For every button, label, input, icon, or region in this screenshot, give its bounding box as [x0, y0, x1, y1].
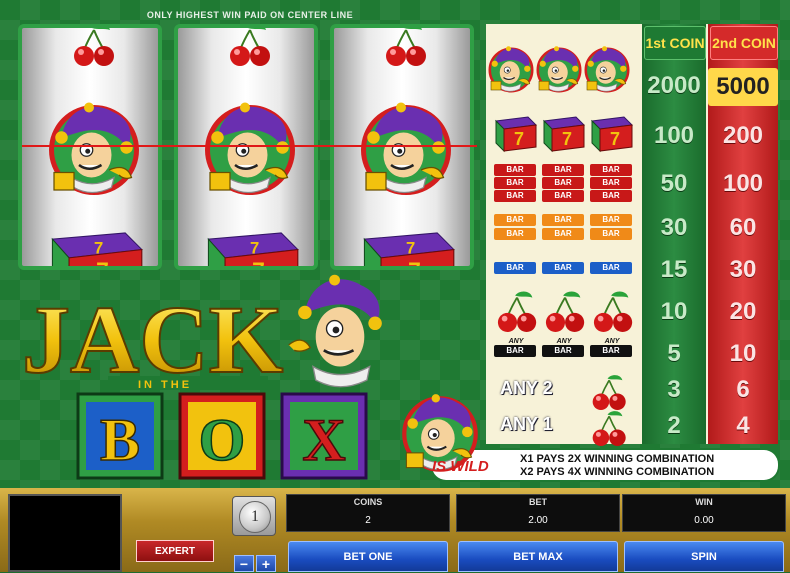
- bet-value: 2.00: [528, 515, 548, 526]
- cherry-icon: [385, 28, 427, 67]
- payout-second-coin: 20: [729, 298, 757, 325]
- jester-icon: [356, 100, 456, 200]
- paytable-row: BAR BAR BAR 15 30: [486, 250, 778, 288]
- payout-first-coin: 3: [667, 376, 681, 403]
- wild-label: IS WILD: [432, 458, 489, 475]
- coin-decrease-button[interactable]: −: [234, 555, 254, 572]
- box-seven-icon: [543, 116, 585, 152]
- logo-letter-o: O: [199, 407, 246, 473]
- bet-display: BET 2.00: [456, 494, 620, 532]
- win-value: 0.00: [694, 515, 714, 526]
- payout-first-coin: 30: [660, 214, 688, 241]
- payout-first-coin: 100: [653, 122, 695, 149]
- double-bar-icon: BAR BAR: [590, 214, 634, 240]
- single-bar-icon: BAR: [542, 262, 584, 274]
- any-2-label: ANY 2: [500, 378, 553, 398]
- coins-value: 2: [365, 515, 371, 526]
- jack-in-the-box-logo: JACK IN THE B O X: [21, 274, 382, 480]
- payout-second-coin: 100: [722, 170, 764, 197]
- single-bar-icon: BAR: [494, 262, 536, 274]
- jester-icon: [488, 45, 534, 93]
- cherry-icon: [496, 290, 538, 332]
- single-bar-icon: BAR: [590, 262, 632, 274]
- cherry-icon: [592, 290, 634, 332]
- payout-first-coin: 15: [660, 256, 688, 283]
- payout-second-coin: 10: [729, 340, 757, 367]
- cherry-icon: [591, 410, 627, 446]
- payout-second-coin: 5000: [708, 68, 778, 106]
- payout-second-coin: 30: [729, 256, 757, 283]
- center-line-note: ONLY HIGHEST WIN PAID ON CENTER LINE: [146, 10, 354, 20]
- wild-x2-text: X2 PAYS 4X WINNING COMBINATION: [520, 466, 715, 478]
- payout-first-coin: 5: [667, 340, 681, 367]
- bet-max-button[interactable]: BET MAX: [458, 541, 618, 572]
- paytable-row: 2000 5000: [486, 34, 778, 106]
- cherry-icon: [229, 28, 271, 67]
- box-seven-icon: [363, 232, 455, 266]
- bet-one-button[interactable]: BET ONE: [288, 541, 448, 572]
- payout-second-coin: 4: [736, 412, 750, 439]
- double-bar-icon: BAR BAR: [494, 214, 538, 240]
- coin-value-selector[interactable]: 1: [232, 496, 276, 536]
- paytable-row: ANY 2 3 6: [486, 372, 778, 410]
- double-bar-icon: BAR BAR: [542, 214, 586, 240]
- paytable-row: ANY BAR ANY BAR ANY BAR 5 10: [486, 336, 778, 372]
- payout-second-coin: 60: [729, 214, 757, 241]
- coin-increase-button[interactable]: +: [256, 555, 276, 572]
- cherry-icon: [73, 28, 115, 67]
- wild-x1-text: X1 PAYS 2X WINNING COMBINATION: [520, 453, 715, 465]
- payout-first-coin: 50: [660, 170, 688, 197]
- win-display: WIN 0.00: [622, 494, 786, 532]
- win-label: WIN: [695, 497, 713, 507]
- payout-second-coin: 6: [736, 376, 750, 403]
- logo-letter-x: X: [302, 407, 345, 473]
- triple-bar-icon: BAR BAR BAR: [590, 164, 634, 202]
- any-bar-icon: ANY BAR: [590, 338, 634, 357]
- paytable-row: BAR BAR BAR BAR BAR BAR BAR BAR BAR 50 1…: [486, 162, 778, 206]
- jester-icon: [200, 100, 300, 200]
- reel-2: [174, 24, 318, 270]
- cherry-icon: [591, 374, 627, 410]
- expert-button[interactable]: EXPERT: [136, 540, 214, 562]
- paytable-row: BAR BAR BAR BAR BAR BAR 30 60: [486, 208, 778, 248]
- logo-in-the: IN THE: [138, 379, 192, 391]
- coin-icon: 1: [239, 501, 271, 533]
- triple-bar-icon: BAR BAR BAR: [542, 164, 586, 202]
- reel-3: [330, 24, 474, 270]
- box-seven-icon: [51, 232, 143, 266]
- triple-bar-icon: BAR BAR BAR: [494, 164, 538, 202]
- bet-label: BET: [529, 497, 547, 507]
- jester-icon: [44, 100, 144, 200]
- payout-first-coin: 2: [667, 412, 681, 439]
- jester-icon: [584, 45, 630, 93]
- box-seven-icon: [591, 116, 633, 152]
- paytable-row: ANY 1 2 4: [486, 408, 778, 446]
- any-bar-icon: ANY BAR: [542, 338, 586, 357]
- reel-1: [18, 24, 162, 270]
- paytable-row: 100 200: [486, 108, 778, 162]
- payout-first-coin: 2000: [647, 72, 701, 99]
- cherry-icon: [544, 290, 586, 332]
- payout-second-coin: 200: [722, 122, 764, 149]
- paytable-row: 10 20: [486, 288, 778, 336]
- coins-display: COINS 2: [286, 494, 450, 532]
- any-bar-icon: ANY BAR: [494, 338, 538, 357]
- center-payline: [22, 145, 477, 147]
- box-seven-icon: [495, 116, 537, 152]
- payout-first-coin: 10: [660, 298, 688, 325]
- jester-icon: [536, 45, 582, 93]
- box-seven-icon: [207, 232, 299, 266]
- coins-label: COINS: [353, 497, 383, 507]
- any-1-label: ANY 1: [500, 414, 553, 434]
- spin-button[interactable]: SPIN: [624, 541, 784, 572]
- logo-letter-b: B: [100, 407, 140, 473]
- display-screen: [8, 494, 122, 572]
